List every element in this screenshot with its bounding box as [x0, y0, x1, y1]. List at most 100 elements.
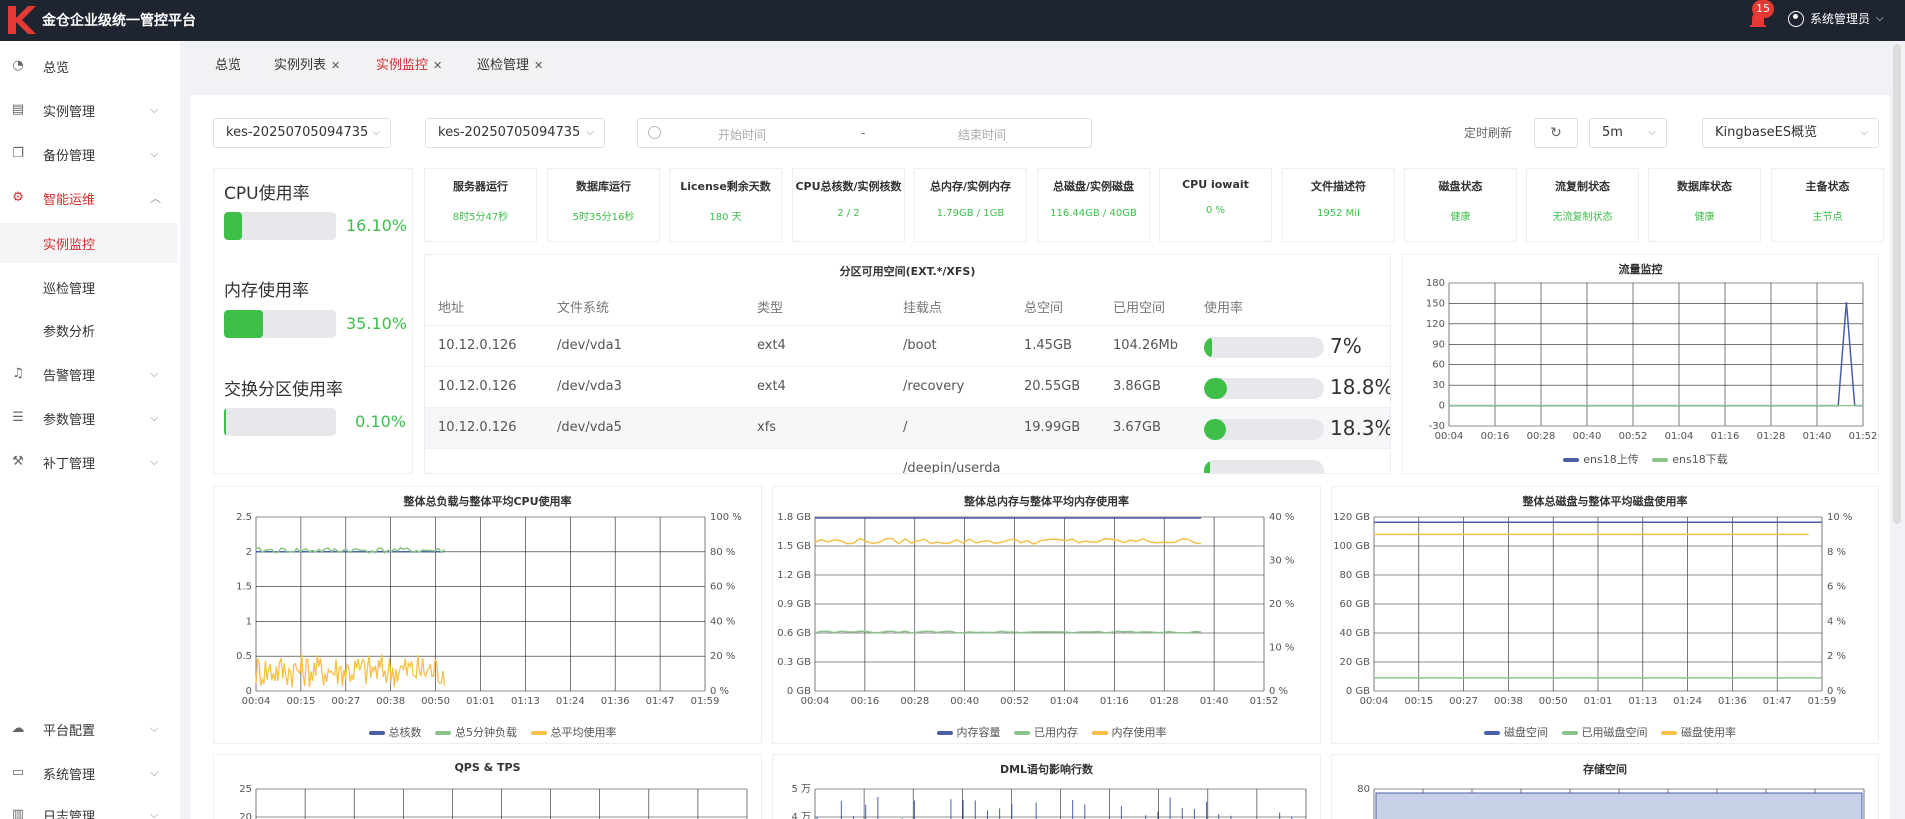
legend-item[interactable]: 已用磁盘空间: [1582, 726, 1648, 739]
stat-title: 数据库状态: [1677, 180, 1732, 193]
sidebar-item-overview[interactable]: ◔ 总览: [0, 46, 178, 86]
sidebar-item-label: 补丁管理: [43, 456, 96, 472]
chart-legend: 总核数 总5分钟负载 总平均使用率: [214, 724, 761, 740]
x-tick-label: 01:40: [1803, 431, 1832, 442]
swap-usage-label: 交换分区使用率: [224, 380, 343, 400]
date-range-picker[interactable]: 开始时间 - 结束时间: [637, 118, 1092, 148]
usage-bar-fill: [1204, 378, 1227, 399]
sidebar-item-system[interactable]: ▭ 系统管理 ⌵: [0, 753, 178, 793]
legend-item[interactable]: 磁盘空间: [1504, 726, 1548, 739]
refresh-button[interactable]: ↻: [1534, 118, 1578, 148]
stat-title: 总内存/实例内存: [929, 180, 1012, 193]
sidebar-item-patches[interactable]: ⚒ 补丁管理 ⌵: [0, 442, 178, 482]
cell-mount: /boot: [903, 338, 937, 353]
user-menu[interactable]: 系统管理员 ⌵: [1788, 10, 1884, 27]
app-title: 金仓企业级统一管控平台: [42, 13, 196, 29]
legend-item[interactable]: 总核数: [389, 726, 422, 739]
table-row[interactable]: 10.12.0.126/dev/vda3 ext4/recovery 20.55GB…: [425, 367, 1391, 408]
sidebar-item-instance-monitor[interactable]: 实例监控: [0, 223, 178, 263]
top-bar: 金仓企业级统一管控平台 15 系统管理员 ⌵: [0, 0, 1905, 41]
stat-card: License剩余天数 180 天: [669, 168, 782, 242]
legend-item[interactable]: ens18下载: [1672, 453, 1727, 466]
legend-item[interactable]: 内存使用率: [1112, 726, 1167, 739]
view-select[interactable]: KingbaseES概览 ⌵: [1702, 118, 1879, 148]
cpu-usage-label: CPU使用率: [224, 184, 310, 204]
mem-usage-value: 35.10%: [346, 314, 408, 333]
legend-item[interactable]: ens18上传: [1583, 453, 1638, 466]
legend-item[interactable]: 总平均使用率: [551, 726, 617, 739]
tab-inspection[interactable]: 巡检管理 ✕: [467, 52, 554, 80]
instance-select-2[interactable]: kes-20250705094735 ⌵: [425, 118, 605, 148]
tab-instance-monitor[interactable]: 实例监控 ✕: [366, 52, 453, 80]
x-tick-label: 00:52: [1619, 431, 1648, 442]
table-row[interactable]: 10.12.0.126/dev/vda5 xfs / 19.99GB 3.67GB 18.…: [425, 408, 1390, 449]
sidebar-item-instances[interactable]: ▤ 实例管理 ⌵: [0, 90, 178, 130]
table-row[interactable]: 10.12.0.126/dev/vda1 ext4/boot 1.45GB 104.2…: [425, 326, 1390, 367]
chevron-down-icon: ⌵: [150, 722, 159, 735]
swap-usage-value: 0.10%: [355, 412, 406, 431]
legend-item[interactable]: 磁盘使用率: [1681, 726, 1736, 739]
y-tick-label: 0 GB: [787, 686, 811, 697]
y-tick-label: 1.8 GB: [777, 512, 811, 523]
x-tick-label: 01:04: [1050, 696, 1079, 707]
sidebar-item-ops[interactable]: ⚙ 智能运维 ︿: [0, 178, 178, 218]
sidebar-item-inspection[interactable]: 巡检管理: [0, 267, 178, 307]
sidebar-item-params[interactable]: ☰ 参数管理 ⌵: [0, 398, 178, 438]
series-line: [814, 537, 1202, 545]
x-tick-label: 01:59: [691, 696, 720, 707]
interval-select[interactable]: 5m ⌵: [1589, 118, 1667, 148]
chevron-down-icon: ⌵: [150, 367, 159, 380]
stat-value: 5时35分16秒: [572, 212, 635, 223]
bell-icon: ♫: [12, 366, 24, 381]
log-icon: ▥: [11, 807, 25, 819]
stat-value: 1952 MiI: [1317, 208, 1360, 219]
chart-legend: ens18上传 ens18下载: [1403, 451, 1878, 467]
x-tick-label: 01:16: [1100, 696, 1129, 707]
y2-tick-label: 0 %: [1827, 686, 1846, 697]
storage-chart-svg: 80: [1357, 784, 1865, 819]
close-icon[interactable]: ✕: [534, 59, 543, 72]
y2-tick-label: 30 %: [1269, 556, 1294, 567]
sidebar-item-logs[interactable]: ▥ 日志管理 ⌵: [0, 795, 178, 819]
x-tick-label: 00:16: [1481, 431, 1510, 442]
stat-value: 8时5分47秒: [452, 212, 509, 223]
legend-item[interactable]: 总5分钟负载: [455, 726, 517, 739]
x-tick-label: 01:16: [1711, 431, 1740, 442]
stat-title: 主备状态: [1805, 180, 1850, 193]
x-tick-label: 00:28: [1527, 431, 1556, 442]
monitor-icon: ▭: [11, 765, 25, 780]
y-tick-label: 0: [1439, 401, 1445, 412]
close-icon[interactable]: ✕: [433, 59, 442, 72]
table-row[interactable]: /deepin/userda: [425, 449, 1390, 473]
sidebar-item-label: 实例管理: [43, 104, 96, 120]
memory-chart: 整体总内存与整体平均内存使用率 00:04 00:16 00:28 00:40 00:5…: [772, 486, 1321, 744]
chevron-down-icon: ⌵: [150, 766, 159, 779]
instance-select-1[interactable]: kes-20250705094735 ⌵: [213, 118, 391, 148]
cell-total: 20.55GB: [1024, 379, 1081, 394]
usage-bar: [1204, 378, 1324, 399]
legend-item[interactable]: 内存容量: [957, 726, 1001, 739]
scrollbar[interactable]: [1893, 44, 1901, 524]
legend-item[interactable]: 已用内存: [1034, 726, 1078, 739]
end-time-input[interactable]: 结束时间: [958, 126, 1006, 143]
legend-swatch: [1563, 458, 1580, 462]
close-icon[interactable]: ✕: [331, 59, 340, 72]
sidebar-item-platform[interactable]: ☁ 平台配置 ⌵: [0, 709, 178, 749]
tab-overview[interactable]: 总览: [205, 52, 252, 80]
sidebar-item-label: 巡检管理: [43, 281, 96, 297]
tab-instance-list[interactable]: 实例列表 ✕: [264, 52, 351, 80]
list-icon: ☰: [12, 410, 24, 425]
sidebar-item-label: 告警管理: [43, 368, 96, 384]
sidebar-item-backup[interactable]: ❐ 备份管理 ⌵: [0, 134, 178, 174]
sidebar-item-alerts[interactable]: ♫ 告警管理 ⌵: [0, 354, 178, 394]
y-tick-label: 5 万: [791, 784, 811, 795]
y-tick-label: 1.5 GB: [777, 541, 811, 552]
stat-title: 磁盘状态: [1438, 180, 1483, 193]
start-time-input[interactable]: 开始时间: [718, 126, 766, 143]
swap-usage-bar: [224, 408, 336, 436]
cell-usage-percent: 18.8%: [1330, 375, 1391, 399]
stat-card: CPU iowait 0 %: [1159, 168, 1272, 242]
refresh-icon: ↻: [1550, 125, 1562, 141]
y-tick-label: 1.2 GB: [777, 570, 811, 581]
sidebar-item-param-analysis[interactable]: 参数分析: [0, 310, 178, 350]
